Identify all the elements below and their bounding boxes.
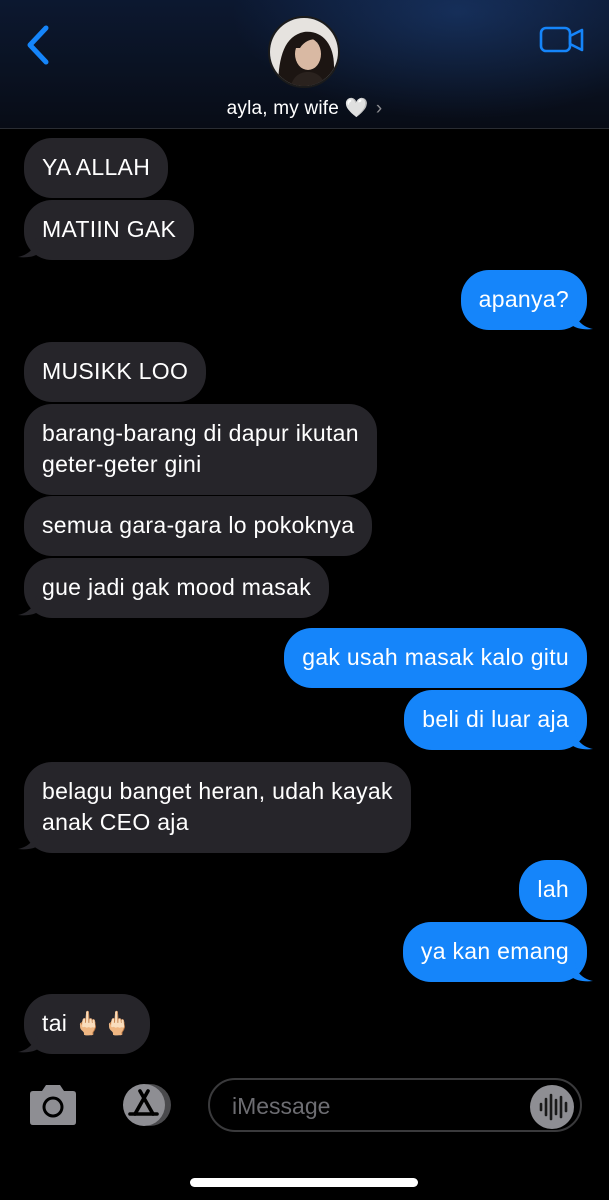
message-incoming[interactable]: MUSIKK LOO (24, 342, 207, 402)
bubble-tail (571, 310, 593, 330)
message-text: tai 🖕🏻🖕🏻 (42, 1010, 132, 1036)
message-text: semua gara-gara lo pokoknya (42, 512, 355, 538)
chevron-right-icon: › (375, 98, 383, 119)
bubble-tail (18, 830, 40, 850)
message-text: MUSIKK LOO (42, 358, 189, 384)
message-incoming[interactable]: tai 🖕🏻🖕🏻 (24, 994, 150, 1054)
app-store-icon (123, 1084, 171, 1126)
message-text: gue jadi gak mood masak (42, 574, 311, 600)
message-incoming[interactable]: MATIIN GAK (24, 200, 195, 260)
contact-name: ayla, my wife 🤍 (226, 98, 369, 119)
contact-avatar[interactable] (268, 16, 340, 88)
bubble-tail (571, 962, 593, 982)
message-outgoing[interactable]: beli di luar aja (404, 690, 587, 750)
audio-waveform-icon (539, 1093, 568, 1121)
message-text-line: belagu banget heran, udah kayak (42, 778, 393, 804)
message-input-placeholder: iMessage (232, 1093, 331, 1119)
message-outgoing[interactable]: ya kan emang (402, 922, 587, 982)
camera-icon (30, 1085, 76, 1125)
message-outgoing[interactable]: lah (519, 860, 587, 920)
bubble-tail (18, 1033, 40, 1053)
video-camera-icon (539, 26, 584, 53)
message-text: beli di luar aja (422, 706, 569, 732)
message-text-line: geter-geter gini (42, 451, 202, 477)
avatar-photo (270, 18, 338, 86)
message-outgoing[interactable]: gak usah masak kalo gitu (284, 628, 587, 688)
message-incoming[interactable]: belagu banget heran, udah kayak anak CEO… (24, 762, 411, 853)
camera-button[interactable] (26, 1082, 80, 1128)
message-incoming[interactable]: semua gara-gara lo pokoknya (24, 496, 373, 556)
message-input[interactable]: iMessage (208, 1078, 582, 1132)
message-text: gak usah masak kalo gitu (302, 644, 569, 670)
conversation-header: ayla, my wife 🤍 › (0, 0, 609, 129)
message-text: apanya? (478, 286, 569, 312)
facetime-video-button[interactable] (538, 24, 586, 56)
bubble-tail (18, 596, 40, 616)
message-incoming[interactable]: barang-barang di dapur ikutan geter-gete… (24, 404, 377, 495)
bubble-tail (571, 730, 593, 750)
message-text-line: anak CEO aja (42, 809, 189, 835)
contact-name-row[interactable]: ayla, my wife 🤍 › (0, 96, 609, 120)
bubble-tail (18, 238, 40, 258)
message-outgoing[interactable]: apanya? (460, 270, 587, 330)
message-text: lah (537, 876, 569, 902)
message-text-line: barang-barang di dapur ikutan (42, 420, 359, 446)
message-incoming[interactable]: gue jadi gak mood masak (24, 558, 329, 618)
back-button[interactable] (20, 22, 60, 68)
app-store-button[interactable] (114, 1082, 176, 1128)
chevron-left-icon (27, 25, 49, 65)
message-text: YA ALLAH (42, 154, 151, 180)
message-text: MATIIN GAK (42, 216, 177, 242)
home-indicator[interactable] (190, 1178, 418, 1187)
voice-message-button[interactable] (530, 1085, 574, 1129)
message-text: ya kan emang (420, 938, 569, 964)
message-incoming[interactable]: YA ALLAH (24, 138, 169, 198)
